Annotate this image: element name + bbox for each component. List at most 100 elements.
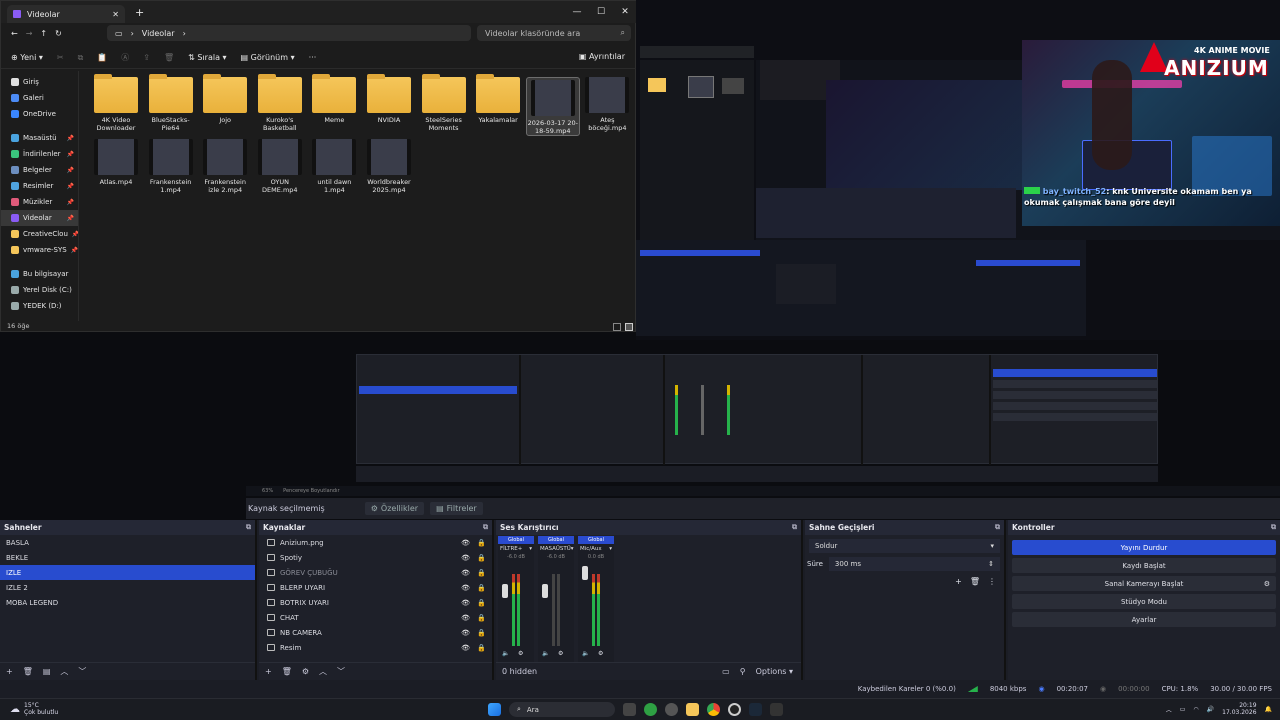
more-vertical-icon[interactable]: ⋮ [988,577,996,586]
maximize-button[interactable]: ☐ [589,1,613,23]
video-file-item[interactable]: OYUN DEME.mp4 [253,139,307,194]
folder-item[interactable]: BlueStacks-Pie64 [144,74,198,132]
duration-input[interactable]: 300 ms ⇕ [828,557,1000,571]
copy-icon[interactable]: ⧉ [78,53,84,63]
lock-icon[interactable]: 🔒 [477,599,486,607]
filters-button[interactable]: ▤ Filtreler [430,502,483,515]
hidden-count[interactable]: 0 hidden [502,667,537,676]
nav-item[interactable]: Galeri [1,90,78,106]
forward-arrow-icon[interactable]: → [26,29,33,38]
breadcrumb[interactable]: Videolar [142,29,175,38]
chevron-up-icon[interactable]: ︿ [1166,705,1172,714]
eye-icon[interactable]: 👁 [461,569,470,577]
filter-icon[interactable]: ▤ [43,667,51,676]
lock-icon[interactable]: 🔒 [477,629,486,637]
link-icon[interactable]: ⚲ [740,667,746,676]
windows-start-icon[interactable] [488,703,501,716]
control-button[interactable]: Ayarlar [1012,612,1276,627]
tab-close-icon[interactable]: ✕ [112,10,119,19]
channel-name[interactable]: Mic/Aux ▾ [578,546,614,552]
source-item[interactable]: GÖREV ÇUBUĞU 👁 🔒 [259,565,492,580]
nav-item[interactable]: Yerel Disk (C:) [1,282,78,298]
gear-icon[interactable]: ⚙ [518,650,523,657]
settings-icon[interactable] [665,703,678,716]
file-explorer-icon[interactable] [686,703,699,716]
share-icon[interactable]: ⇪ [143,53,150,62]
add-icon[interactable]: + [6,667,13,676]
paste-icon[interactable]: 📋 [97,53,107,62]
video-file-item[interactable]: Worldbreaker 2025.mp4 [362,139,416,194]
lock-icon[interactable]: 🔒 [477,539,486,547]
nav-item[interactable]: Videolar 📌 [1,210,78,226]
folder-item[interactable]: Yakalamalar [471,74,525,124]
source-item[interactable]: CHAT 👁 🔒 [259,610,492,625]
options-button[interactable]: Options ▾ [756,667,793,676]
chrome-icon[interactable] [707,703,720,716]
nav-item[interactable]: YEDEK (D:) [1,298,78,314]
video-file-item[interactable]: Frankenstein izle 2.mp4 [198,139,252,194]
nav-item[interactable]: OneDrive [1,106,78,122]
scene-item[interactable]: BEKLE [0,550,255,565]
lock-icon[interactable]: 🔒 [477,584,486,592]
nav-item[interactable]: CreativeClou 📌 [1,226,78,242]
new-button[interactable]: ⊕ Yeni ▾ [11,53,43,62]
channel-name[interactable]: FİLTRE+ ▾ [498,546,534,552]
nav-item[interactable]: Belgeler 📌 [1,162,78,178]
video-file-item[interactable]: Ateş böceği.mp4 [580,77,634,132]
speaker-icon[interactable]: 🔈 [582,650,589,657]
add-icon[interactable]: + [265,667,272,676]
control-button[interactable]: Sanal Kamerayı Başlat ⚙ [1012,576,1276,591]
refresh-icon[interactable]: ↻ [55,29,62,38]
speaker-icon[interactable]: 🔈 [502,650,509,657]
trash-icon[interactable]: 🗑 [23,667,33,676]
details-view-icon[interactable] [613,323,621,331]
eye-icon[interactable]: 👁 [461,629,470,637]
rename-icon[interactable]: Ⓐ [121,52,129,63]
speaker-icon[interactable]: 🔈 [542,650,549,657]
obs-icon[interactable] [728,703,741,716]
video-file-item[interactable]: 2026-03-17 20-18-59.mp4 [525,77,580,136]
scene-item[interactable]: IZLE [0,565,255,580]
nav-item[interactable]: Resimler 📌 [1,178,78,194]
network-icon[interactable]: ▭ [1180,706,1186,713]
search-input[interactable]: Videolar klasöründe ara ⌕ [477,25,631,41]
lock-icon[interactable]: 🔒 [477,644,486,652]
source-item[interactable]: NB CAMERA 👁 🔒 [259,625,492,640]
move-up-icon[interactable]: ︿ [319,666,327,677]
source-item[interactable]: BLERP UYARI 👁 🔒 [259,580,492,595]
back-arrow-icon[interactable]: ← [11,29,18,38]
weather-widget[interactable]: ☁ 15°C Çok bulutlu [10,702,58,716]
gear-icon[interactable]: ⚙ [598,650,603,657]
sort-button[interactable]: ⇅ Sırala ▾ [188,53,226,62]
eye-icon[interactable]: 👁 [461,599,470,607]
source-item[interactable]: Spotiy 👁 🔒 [259,550,492,565]
video-file-item[interactable]: Frankenstein 1.mp4 [144,139,198,194]
video-file-item[interactable]: until dawn 1.mp4 [307,139,361,194]
view-button[interactable]: ▤ Görünüm ▾ [241,53,295,62]
volume-fader[interactable] [542,584,548,598]
layout-icon[interactable]: ▭ [722,667,730,676]
scene-item[interactable]: MOBA LEGEND [0,595,255,610]
task-view-icon[interactable] [623,703,636,716]
add-icon[interactable]: + [955,577,962,586]
explorer-tab[interactable]: Videolar ✕ [7,5,125,23]
move-down-icon[interactable]: ﹀ [78,666,86,677]
up-arrow-icon[interactable]: ↑ [40,29,47,38]
undock-icon[interactable]: ⧉ [1271,523,1276,532]
minimize-button[interactable]: — [565,1,589,23]
nav-item[interactable]: Masaüstü 📌 [1,130,78,146]
tiles-view-icon[interactable] [625,323,633,331]
folder-item[interactable]: Meme [307,74,361,124]
cut-icon[interactable]: ✂ [57,53,64,62]
xbox-icon[interactable] [644,703,657,716]
lock-icon[interactable]: 🔒 [477,569,486,577]
folder-item[interactable]: NVIDIA [362,74,416,124]
notification-icon[interactable]: 🔔 [1265,706,1272,713]
nav-item[interactable]: Müzikler 📌 [1,194,78,210]
nav-item[interactable]: İndirilenler 📌 [1,146,78,162]
undock-icon[interactable]: ⧉ [246,523,251,532]
delete-icon[interactable]: 🗑 [164,53,174,62]
source-item[interactable]: BOTRIX UYARI 👁 🔒 [259,595,492,610]
wifi-icon[interactable]: ◠ [1193,706,1198,713]
fit-mode[interactable]: Pencereye Boyutlandır [283,488,339,494]
